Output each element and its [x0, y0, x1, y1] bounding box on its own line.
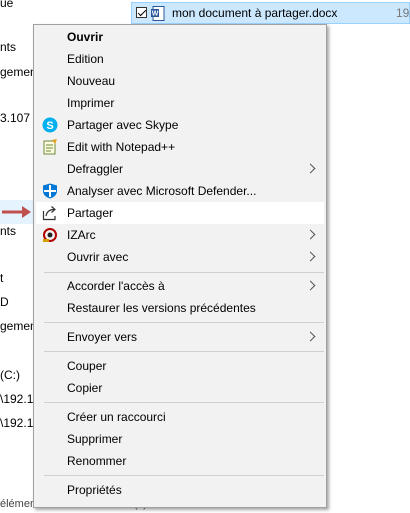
menu-item-label: Couper: [67, 359, 107, 373]
menu-item-delete[interactable]: Supprimer: [36, 428, 324, 450]
menu-separator: [44, 351, 324, 352]
menu-item-edit[interactable]: Edition: [36, 48, 324, 70]
menu-item-label: Edit with Notepad++: [67, 140, 176, 154]
menu-item-label: Ouvrir: [67, 30, 104, 44]
menu-separator: [44, 272, 324, 273]
selected-file-row[interactable]: W mon document à partager.docx 19/: [131, 2, 410, 24]
menu-item-open[interactable]: Ouvrir: [36, 26, 324, 48]
nav-fragment[interactable]: t: [0, 271, 3, 285]
menu-item-label: Edition: [67, 52, 104, 66]
nav-fragment[interactable]: 3.107: [0, 111, 30, 125]
menu-item-label: Copier: [67, 381, 103, 395]
menu-separator: [44, 322, 324, 323]
izarc-icon: [43, 228, 57, 242]
menu-item-izarc[interactable]: IZArc: [36, 224, 324, 246]
menu-item-label: Renommer: [67, 454, 127, 468]
menu-item-label: Ouvrir avec: [67, 250, 129, 264]
nav-fragment[interactable]: \192.1: [0, 392, 33, 406]
menu-item-defraggler[interactable]: Defraggler: [36, 158, 324, 180]
menu-item-label: Partager: [67, 206, 114, 220]
menu-item-open-with[interactable]: Ouvrir avec: [36, 246, 324, 268]
word-document-icon: W: [151, 6, 165, 21]
file-name: mon document à partager.docx: [172, 6, 338, 20]
menu-separator: [44, 402, 324, 403]
menu-item-defender-scan[interactable]: Analyser avec Microsoft Defender...: [36, 180, 324, 202]
nav-fragment[interactable]: D: [0, 295, 9, 309]
nav-fragment[interactable]: \192.1: [0, 416, 33, 430]
menu-item-share[interactable]: Partager: [36, 202, 324, 224]
notepad-plus-plus-icon: [43, 139, 57, 155]
svg-text:S: S: [46, 120, 53, 132]
menu-item-label: IZArc: [67, 228, 96, 242]
submenu-arrow-icon: [305, 163, 316, 174]
file-date: 19/: [396, 6, 410, 20]
menu-item-label: Accorder l'accès à: [67, 279, 165, 293]
nav-fragment[interactable]: nts: [0, 40, 16, 54]
submenu-arrow-icon: [305, 251, 316, 262]
menu-item-create-shortcut[interactable]: Créer un raccourci: [36, 406, 324, 428]
nav-fragment[interactable]: gemen: [0, 65, 37, 79]
menu-item-label: Analyser avec Microsoft Defender...: [67, 184, 257, 198]
share-icon: [42, 206, 56, 221]
menu-item-label: Nouveau: [67, 74, 116, 88]
menu-item-print[interactable]: Imprimer: [36, 92, 324, 114]
menu-item-new[interactable]: Nouveau: [36, 70, 324, 92]
menu-separator: [44, 475, 324, 476]
menu-item-send-to[interactable]: Envoyer vers: [36, 326, 324, 348]
submenu-arrow-icon: [305, 331, 316, 342]
nav-fragment[interactable]: gemen: [0, 319, 37, 333]
menu-item-rename[interactable]: Renommer: [36, 450, 324, 472]
svg-text:W: W: [152, 11, 159, 18]
submenu-arrow-icon: [305, 229, 316, 240]
menu-item-label: Restaurer les versions précédentes: [67, 301, 256, 315]
context-menu: Ouvrir Edition Nouveau Imprimer S Partag…: [33, 24, 327, 508]
menu-item-copy[interactable]: Copier: [36, 377, 324, 399]
menu-item-label: Créer un raccourci: [67, 410, 166, 424]
menu-item-grant-access[interactable]: Accorder l'accès à: [36, 275, 324, 297]
menu-item-cut[interactable]: Couper: [36, 355, 324, 377]
file-checkbox[interactable]: [136, 7, 147, 18]
menu-item-label: Partager avec Skype: [67, 118, 179, 132]
skype-icon: S: [42, 117, 58, 133]
menu-item-label: Defraggler: [67, 162, 124, 176]
defender-shield-icon: [43, 183, 57, 199]
menu-item-label: Supprimer: [67, 432, 123, 446]
menu-item-share-skype[interactable]: S Partager avec Skype: [36, 114, 324, 136]
menu-item-restore-versions[interactable]: Restaurer les versions précédentes: [36, 297, 324, 319]
menu-item-label: Imprimer: [67, 96, 115, 110]
submenu-arrow-icon: [305, 280, 316, 291]
nav-fragment[interactable]: nts: [0, 224, 16, 238]
menu-item-label: Propriétés: [67, 483, 122, 497]
menu-item-label: Envoyer vers: [67, 330, 138, 344]
menu-item-properties[interactable]: Propriétés: [36, 479, 324, 501]
menu-item-notepad-plus-plus[interactable]: Edit with Notepad++: [36, 136, 324, 158]
nav-fragment[interactable]: (C:): [0, 368, 20, 382]
pointer-arrow-icon: [2, 206, 31, 218]
nav-fragment[interactable]: ue: [0, 0, 13, 10]
